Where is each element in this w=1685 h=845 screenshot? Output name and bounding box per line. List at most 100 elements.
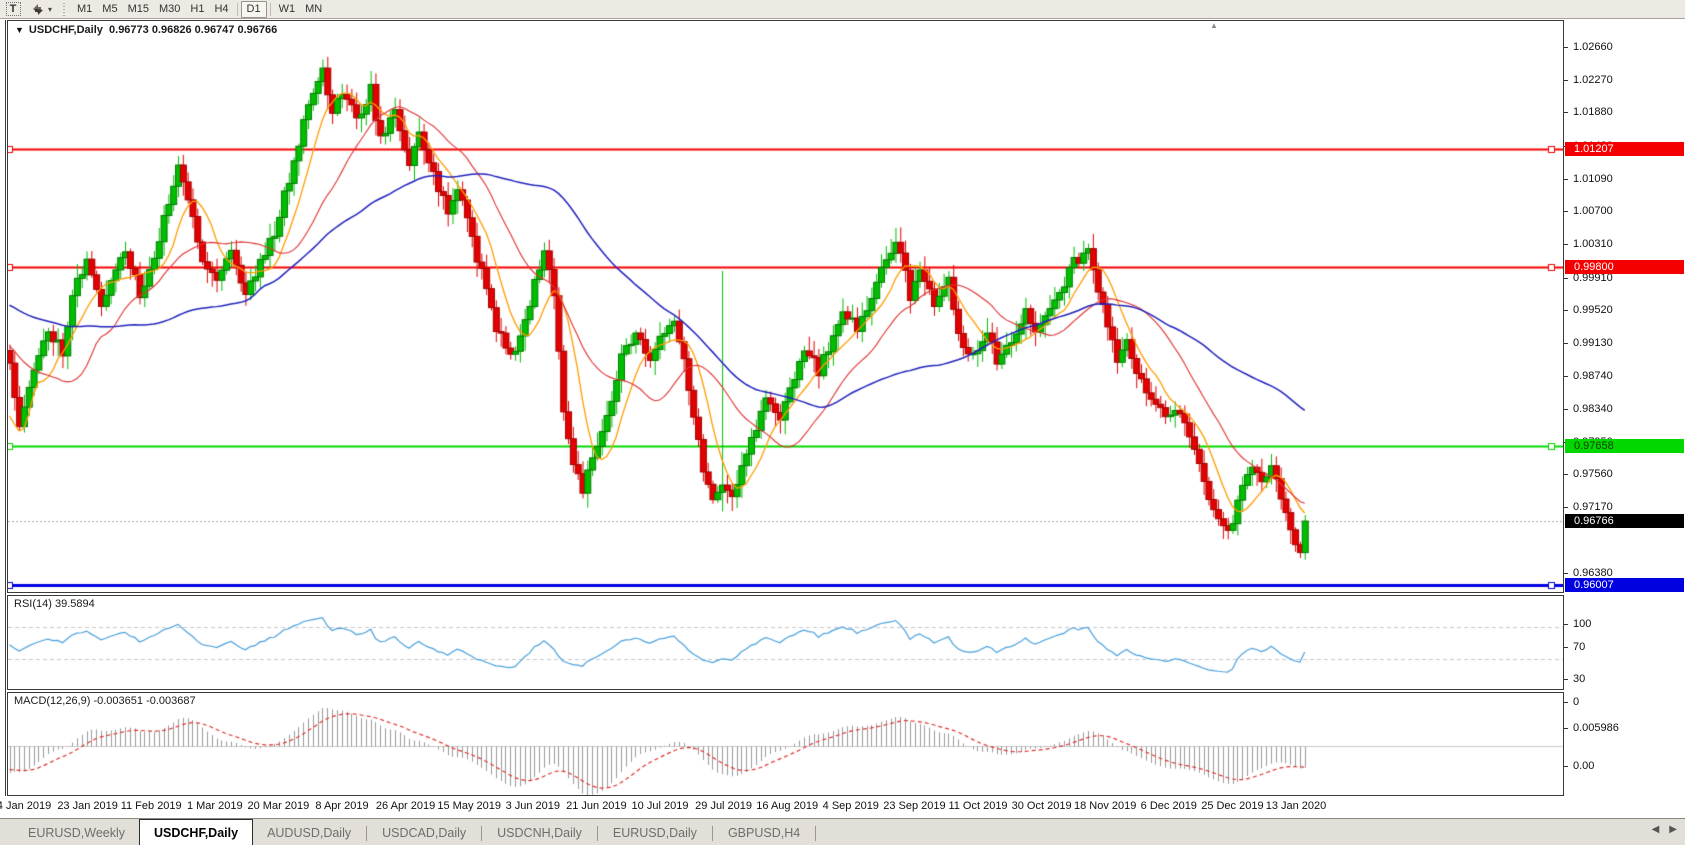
tick-mark: [1564, 80, 1568, 81]
price-chart-canvas[interactable]: [8, 21, 1563, 592]
price-axis-tick: 0.99130: [1564, 337, 1613, 349]
tick-mark: [1564, 728, 1568, 729]
tick-label: 0.97170: [1573, 501, 1613, 513]
chart-tab-eurusd-daily[interactable]: EURUSD,Daily: [599, 821, 711, 845]
tick-label: 70: [1573, 641, 1585, 653]
date-axis-label: 18 Nov 2019: [1074, 800, 1136, 812]
timeframe-button-m15[interactable]: M15: [123, 1, 154, 18]
tick-label: 1.02660: [1573, 41, 1613, 53]
macd-indicator-panel[interactable]: MACD(12,26,9) -0.003651 -0.003687: [7, 692, 1564, 796]
date-axis-label: 4 Jan 2019: [0, 800, 51, 812]
date-axis-label: 21 Jun 2019: [566, 800, 627, 812]
rsi-indicator-panel[interactable]: RSI(14) 39.5894: [7, 595, 1564, 690]
tick-mark: [1564, 343, 1568, 344]
chart-tab-audusd-daily[interactable]: AUDUSD,Daily: [253, 821, 365, 845]
tick-mark: [1564, 647, 1568, 648]
timeframe-button-m5[interactable]: M5: [97, 1, 122, 18]
price-axis-tick: 1.01090: [1564, 173, 1613, 185]
arrange-windows-button[interactable]: ▾: [26, 1, 57, 18]
tab-separator: [366, 826, 367, 841]
tick-label: 1.00310: [1573, 238, 1613, 250]
rsi-axis-tick: 30: [1564, 673, 1585, 685]
macd-canvas[interactable]: [8, 693, 1563, 795]
tab-separator: [815, 826, 816, 841]
timeframe-button-w1[interactable]: W1: [274, 1, 301, 18]
timeframe-button-d1[interactable]: D1: [241, 1, 267, 18]
timeframe-button-mn[interactable]: MN: [300, 1, 327, 18]
date-axis-label: 1 Mar 2019: [187, 800, 243, 812]
chart-ohlc-values: 0.96773 0.96826 0.96747 0.96766: [109, 24, 277, 36]
text-tool-button[interactable]: T: [0, 1, 26, 18]
price-axis-tick: 0.99520: [1564, 304, 1613, 316]
timeframe-button-m1[interactable]: M1: [72, 1, 97, 18]
tick-label: 0: [1573, 696, 1579, 708]
toolbar: T ▾ M1M5M15M30H1H4 D1 W1MN: [0, 0, 1685, 19]
price-axis-tick: 1.02660: [1564, 41, 1613, 53]
tick-label: 1.01880: [1573, 106, 1613, 118]
date-axis-label: 23 Jan 2019: [57, 800, 118, 812]
tick-label: 0.00: [1573, 760, 1594, 772]
chart-tab-usdcnh-daily[interactable]: USDCNH,Daily: [483, 821, 596, 845]
chart-tab-gbpusd-h4[interactable]: GBPUSD,H4: [714, 821, 814, 845]
price-level-badge: 0.97658: [1565, 439, 1684, 453]
price-level-badge: 1.01207: [1565, 142, 1684, 156]
date-axis-label: 23 Sep 2019: [883, 800, 945, 812]
tab-separator: [712, 826, 713, 841]
tick-label: 0.99520: [1573, 304, 1613, 316]
tick-mark: [1564, 679, 1568, 680]
date-axis-label: 25 Dec 2019: [1201, 800, 1263, 812]
chevron-down-icon: ▾: [48, 5, 52, 14]
tick-mark: [1564, 376, 1568, 377]
date-axis-label: 8 Apr 2019: [315, 800, 368, 812]
tick-label: 0.98740: [1573, 370, 1613, 382]
rsi-label: RSI(14) 39.5894: [14, 598, 95, 610]
rsi-canvas[interactable]: [8, 596, 1563, 689]
timeframe-button-h4[interactable]: H4: [209, 1, 233, 18]
price-level-badge: 0.99800: [1565, 260, 1684, 274]
value-axis-column[interactable]: 1.026601.022701.018801.014801.010901.007…: [1564, 20, 1685, 796]
date-axis[interactable]: 4 Jan 201923 Jan 201911 Feb 20191 Mar 20…: [0, 796, 1685, 818]
price-chart-panel[interactable]: ▼USDCHF,Daily 0.96773 0.96826 0.96747 0.…: [7, 20, 1564, 593]
tick-label: 1.02270: [1573, 74, 1613, 86]
date-axis-label: 16 Aug 2019: [756, 800, 818, 812]
rsi-axis-tick: 70: [1564, 641, 1585, 653]
collapse-indicator-icon[interactable]: ▼: [15, 25, 24, 35]
cascade-arrows-icon: [31, 3, 45, 16]
toolbar-grip[interactable]: [61, 3, 68, 16]
chart-tab-usdcad-daily[interactable]: USDCAD,Daily: [368, 821, 480, 845]
chart-title: ▼USDCHF,Daily 0.96773 0.96826 0.96747 0.…: [15, 24, 277, 36]
tick-mark: [1564, 244, 1568, 245]
tab-scroll-left-icon[interactable]: ◀: [1652, 824, 1660, 835]
date-axis-label: 15 May 2019: [437, 800, 501, 812]
tick-mark: [1564, 507, 1568, 508]
tick-label: 100: [1573, 618, 1591, 630]
date-axis-label: 30 Oct 2019: [1012, 800, 1072, 812]
tick-mark: [1564, 310, 1568, 311]
price-axis-tick: 0.97560: [1564, 468, 1613, 480]
chart-frame-left-border: [5, 20, 6, 796]
date-axis-label: 13 Jan 2020: [1266, 800, 1327, 812]
chart-tab-usdchf-daily[interactable]: USDCHF,Daily: [139, 819, 253, 845]
tick-mark: [1564, 47, 1568, 48]
chart-tab-bar: EURUSD,WeeklyUSDCHF,DailyAUDUSD,DailyUSD…: [0, 818, 1685, 845]
date-axis-label: 20 Mar 2019: [248, 800, 310, 812]
tick-label: 1.01090: [1573, 173, 1613, 185]
tab-scroll-right-icon[interactable]: ▶: [1669, 824, 1677, 835]
timeframe-button-m30[interactable]: M30: [154, 1, 185, 18]
tab-scroll-nav: ◀ ▶: [1652, 824, 1677, 835]
rsi-axis-tick: 0: [1564, 696, 1579, 708]
date-axis-label: 11 Oct 2019: [948, 800, 1007, 812]
timeframe-button-h1[interactable]: H1: [185, 1, 209, 18]
chart-shift-marker-icon[interactable]: ▲: [1210, 21, 1218, 30]
tick-mark: [1564, 278, 1568, 279]
toolbar-separator: [237, 3, 238, 16]
date-axis-label: 4 Sep 2019: [823, 800, 879, 812]
macd-axis-tick: 0.00: [1564, 760, 1594, 772]
chart-tab-eurusd-weekly[interactable]: EURUSD,Weekly: [14, 821, 139, 845]
macd-axis-tick: 0.005986: [1564, 722, 1619, 734]
price-axis-tick: 0.98340: [1564, 403, 1613, 415]
tab-separator: [597, 826, 598, 841]
price-axis-tick: 1.00700: [1564, 205, 1613, 217]
tick-mark: [1564, 409, 1568, 410]
tick-label: 30: [1573, 673, 1585, 685]
